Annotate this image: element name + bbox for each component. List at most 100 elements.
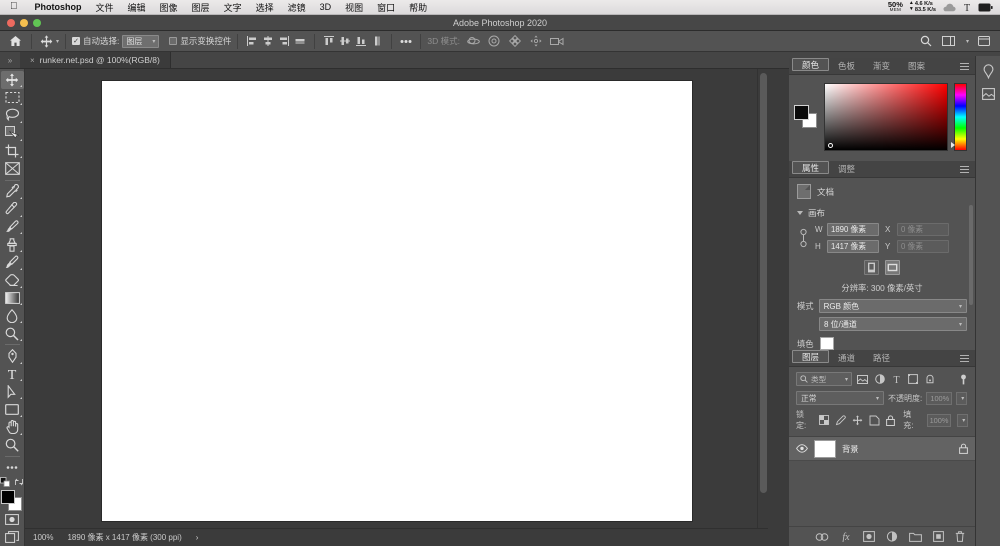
filter-adjustment-icon[interactable] xyxy=(875,374,885,384)
hand-tool[interactable] xyxy=(1,418,24,436)
canvas-vertical-scrollbar[interactable] xyxy=(757,69,768,528)
menu-item-filter[interactable]: 滤镜 xyxy=(281,1,313,14)
filter-pixel-icon[interactable] xyxy=(857,374,868,384)
eyedropper-tool[interactable] xyxy=(1,183,24,201)
tab-gradients[interactable]: 渐变 xyxy=(864,58,899,74)
eraser-tool[interactable] xyxy=(1,271,24,289)
tab-paths[interactable]: 路径 xyxy=(864,350,899,366)
bit-depth-select[interactable]: 8 位/通道 ▾ xyxy=(819,317,967,331)
align-right-icon[interactable] xyxy=(276,33,292,49)
menu-item-image[interactable]: 图像 xyxy=(153,1,185,14)
adjustment-layer-icon[interactable] xyxy=(886,531,898,542)
dodge-tool[interactable] xyxy=(1,325,24,343)
gradient-tool[interactable] xyxy=(1,289,24,307)
zoom-tool[interactable] xyxy=(1,436,24,454)
color-panel-swatches[interactable] xyxy=(794,105,818,129)
canvas-stage[interactable] xyxy=(25,69,768,528)
swap-colors-icon[interactable] xyxy=(14,477,24,487)
color-panel-foreground-swatch[interactable] xyxy=(794,105,809,120)
portrait-orientation-icon[interactable] xyxy=(864,260,879,275)
align-center-h-icon[interactable] xyxy=(260,33,276,49)
tab-channels[interactable]: 通道 xyxy=(829,350,864,366)
height-input[interactable]: 1417 像素 xyxy=(827,240,879,253)
filter-type-icon[interactable]: T xyxy=(892,374,901,384)
foreground-color-swatch[interactable] xyxy=(1,489,15,504)
opacity-stepper[interactable]: ▾ xyxy=(956,391,968,405)
panels-icon[interactable] xyxy=(976,33,992,49)
text-input-icon[interactable]: T xyxy=(962,2,972,13)
filter-shape-icon[interactable] xyxy=(908,374,918,384)
menu-item-window[interactable]: 窗口 xyxy=(370,1,402,14)
x-input[interactable]: 0 像素 xyxy=(897,223,949,236)
layer-lock-icon[interactable] xyxy=(959,443,968,454)
menu-item-3d[interactable]: 3D xyxy=(313,2,339,12)
rectangular-marquee-tool[interactable] xyxy=(1,89,24,107)
more-options-icon[interactable] xyxy=(398,33,414,49)
scrollbar-thumb[interactable] xyxy=(760,73,767,493)
link-layers-icon[interactable] xyxy=(815,532,829,541)
link-dimensions-icon[interactable] xyxy=(797,227,809,249)
fill-color-swatch[interactable] xyxy=(819,337,834,350)
mode-select[interactable]: RGB 颜色 ▾ xyxy=(818,299,967,313)
opacity-input[interactable]: 100% xyxy=(926,391,953,405)
network-speed-indicator[interactable]: ▲ 4.6 K/s ▼ 83.5 K/s xyxy=(909,0,936,14)
lock-artboard-icon[interactable] xyxy=(869,415,880,426)
layer-visibility-icon[interactable] xyxy=(796,444,808,453)
landscape-orientation-icon[interactable] xyxy=(885,260,900,275)
lock-transparent-icon[interactable] xyxy=(819,415,830,425)
align-middle-v-icon[interactable] xyxy=(337,33,353,49)
roll-3d-icon[interactable] xyxy=(486,33,502,49)
menu-item-select[interactable]: 选择 xyxy=(249,1,281,14)
align-left-icon[interactable] xyxy=(244,33,260,49)
clone-stamp-tool[interactable] xyxy=(1,236,24,254)
layer-thumbnail[interactable] xyxy=(814,439,836,458)
new-group-icon[interactable] xyxy=(909,532,922,542)
pan-3d-icon[interactable] xyxy=(507,33,523,49)
menu-item-edit[interactable]: 编辑 xyxy=(121,1,153,14)
layer-filter-select[interactable]: 类型 ▾ xyxy=(796,372,852,386)
close-tab-icon[interactable]: × xyxy=(30,56,35,65)
properties-scrollbar[interactable] xyxy=(969,205,973,305)
menu-item-photoshop[interactable]: Photoshop xyxy=(28,2,89,12)
orbit-3d-icon[interactable] xyxy=(465,33,481,49)
layer-mask-icon[interactable] xyxy=(863,531,875,542)
menu-item-file[interactable]: 文件 xyxy=(89,1,121,14)
status-chevron-icon[interactable]: › xyxy=(196,533,199,542)
tab-adjustments[interactable]: 调整 xyxy=(829,161,864,177)
tab-color[interactable]: 颜色 xyxy=(792,58,830,71)
screen-mode-icon[interactable] xyxy=(1,528,24,546)
layers-panel-menu-icon[interactable] xyxy=(960,350,975,366)
cloud-icon[interactable] xyxy=(942,3,956,12)
hue-slider-marker[interactable] xyxy=(951,142,955,148)
quick-selection-tool[interactable] xyxy=(1,124,24,142)
brush-tool[interactable] xyxy=(1,218,24,236)
menu-item-type[interactable]: 文字 xyxy=(217,1,249,14)
align-top-icon[interactable] xyxy=(321,33,337,49)
crop-tool[interactable] xyxy=(1,142,24,160)
layer-name[interactable]: 背景 xyxy=(842,443,953,455)
path-selection-tool[interactable] xyxy=(1,383,24,401)
color-picker-rail-icon[interactable] xyxy=(978,62,999,81)
edit-toolbar-tool[interactable] xyxy=(1,459,24,477)
filter-smart-icon[interactable] xyxy=(925,374,935,384)
chevron-overflow-icon[interactable]: » xyxy=(0,52,20,68)
history-brush-tool[interactable] xyxy=(1,254,24,272)
canvas-section-header[interactable]: 画布 xyxy=(789,205,975,223)
battery-icon[interactable] xyxy=(978,3,993,12)
tool-preset-chevron-icon[interactable]: ▾ xyxy=(56,38,59,45)
frame-tool[interactable] xyxy=(1,160,24,178)
new-layer-icon[interactable] xyxy=(933,531,944,542)
color-field[interactable] xyxy=(824,83,948,151)
color-panel-menu-icon[interactable] xyxy=(960,58,975,74)
zoom-level[interactable]: 100% xyxy=(33,533,53,542)
auto-select-checkbox[interactable] xyxy=(72,37,81,45)
menu-item-view[interactable]: 视图 xyxy=(338,1,370,14)
lock-image-icon[interactable] xyxy=(835,414,847,426)
move-tool-icon[interactable] xyxy=(38,33,54,49)
y-input[interactable]: 0 像素 xyxy=(897,240,949,253)
lock-position-icon[interactable] xyxy=(852,414,863,426)
width-input[interactable]: 1890 像素 xyxy=(827,223,879,236)
rectangle-shape-tool[interactable] xyxy=(1,401,24,419)
filter-toggle-icon[interactable] xyxy=(959,374,968,385)
document-tab[interactable]: × runker.net.psd @ 100%(RGB/8) xyxy=(20,52,171,68)
